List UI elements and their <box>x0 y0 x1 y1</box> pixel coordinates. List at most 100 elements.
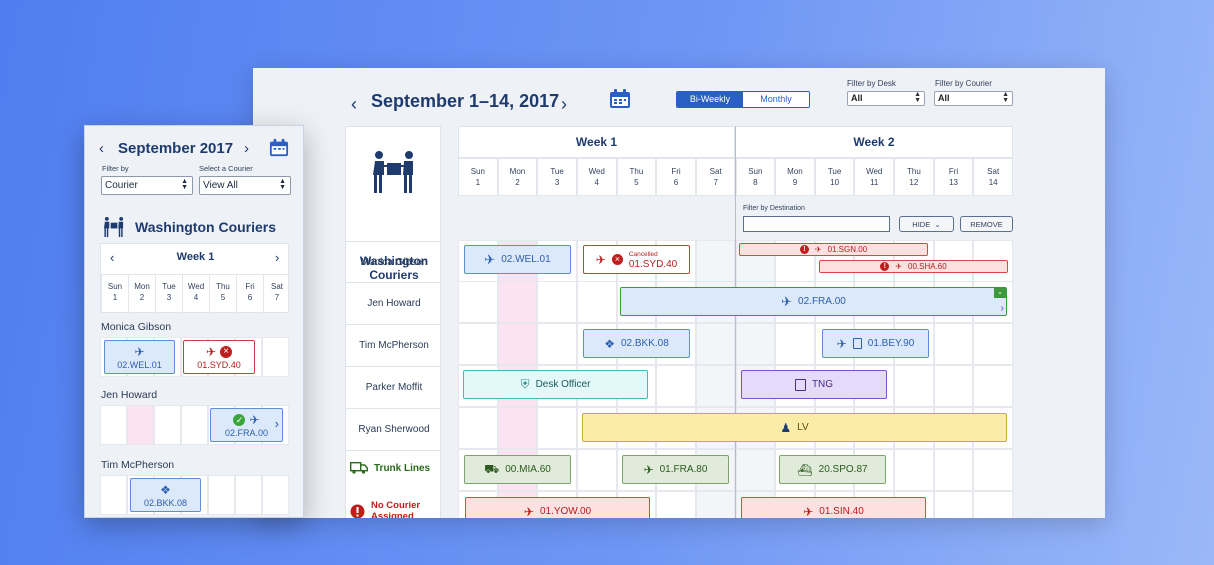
grid-cell[interactable] <box>497 407 538 449</box>
event-tng[interactable]: TNG <box>741 370 887 399</box>
grid-cell[interactable] <box>537 281 577 323</box>
mobile-grid-cell[interactable] <box>208 475 235 515</box>
mobile-event-01-syd-40[interactable]: ✈ × 01.SYD.40 <box>183 340 255 374</box>
mobile-grid-cell[interactable] <box>262 337 289 377</box>
mobile-event-02-bkk-08[interactable]: ❖ 02.BKK.08 <box>130 478 201 512</box>
event-label: 02.FRA.00 <box>798 296 846 307</box>
filter-destination-input[interactable] <box>743 216 890 232</box>
row-label-parker-moffit[interactable]: Parker Moffit <box>346 366 442 407</box>
grid-cell[interactable] <box>735 323 776 365</box>
day-name: Sat <box>709 167 722 176</box>
chevron-right-icon[interactable]: › <box>1001 303 1004 314</box>
grid-cell[interactable] <box>894 365 934 407</box>
mobile-team-name: Washington Couriers <box>135 219 277 235</box>
event-00-mia-60[interactable]: ⛟ 00.MIA.60 <box>464 455 571 484</box>
event-01-sgn-00[interactable]: ! ✈ 01.SGN.00 <box>739 243 928 256</box>
event-02-bkk-08[interactable]: ❖ 02.BKK.08 <box>583 329 690 358</box>
mobile-prev-month-button[interactable]: ‹ <box>99 140 104 157</box>
no-courier-label: No Courier Assigned <box>350 500 431 518</box>
row-label-tim-mcpherson[interactable]: Tim McPherson <box>346 324 442 365</box>
row-label-jen-howard[interactable]: Jen Howard <box>346 282 442 323</box>
event-02-wel-01[interactable]: ✈ 02.WEL.01 <box>464 245 571 274</box>
mobile-select-courier-select[interactable]: View All ▲ ▼ <box>199 176 291 195</box>
calendar-icon[interactable] <box>609 88 631 109</box>
couriers-logo-icon <box>373 151 413 193</box>
day-header: Sun 1 <box>458 158 498 196</box>
day-number: 9 <box>792 178 798 187</box>
event-01-fra-80[interactable]: ✈ 01.FRA.80 <box>622 455 729 484</box>
event-02-fra-00[interactable]: ✈ 02.FRA.00 ⌄ › <box>620 287 1007 316</box>
day-header: Wed 11 <box>854 158 895 196</box>
grid-cell[interactable] <box>973 323 1013 365</box>
hide-button[interactable]: HIDE ⌄ <box>899 216 954 232</box>
mobile-filter-by-value: Courier <box>105 180 138 191</box>
filter-courier-select[interactable]: All ▲ ▼ <box>934 91 1013 106</box>
event-lv[interactable]: ♟ LV <box>582 413 1007 442</box>
location-pin-icon: ❖ <box>604 336 615 351</box>
grid-cell[interactable] <box>933 365 974 407</box>
filter-desk-select[interactable]: All ▲ ▼ <box>847 91 925 106</box>
mobile-filter-by-select[interactable]: Courier ▲ ▼ <box>101 176 193 195</box>
mobile-filter-by-label: Filter by <box>102 164 129 173</box>
row-label-ryan-sherwood[interactable]: Ryan Sherwood <box>346 408 442 449</box>
biweekly-tab[interactable]: Bi-Weekly <box>677 92 743 107</box>
calendar-icon[interactable] <box>269 138 289 157</box>
mobile-grid-cell[interactable] <box>127 405 154 445</box>
mobile-grid-cell[interactable] <box>100 475 127 515</box>
mobile-grid-cell[interactable] <box>181 405 208 445</box>
grid-cell[interactable] <box>537 323 577 365</box>
grid-cell[interactable] <box>894 449 934 491</box>
grid-cell[interactable] <box>973 449 1013 491</box>
grid-cell[interactable] <box>775 323 815 365</box>
grid-cell[interactable] <box>735 449 776 491</box>
grid-cell[interactable] <box>656 365 696 407</box>
mobile-grid-cell[interactable] <box>154 405 181 445</box>
mobile-event-02-fra-00[interactable]: ✓ ✈ 02.FRA.00 › <box>210 408 283 442</box>
event-desk-officer[interactable]: ⛨ Desk Officer <box>463 370 648 399</box>
grid-cell[interactable] <box>458 323 498 365</box>
prev-period-button[interactable]: ‹ <box>351 94 357 115</box>
chevron-right-icon[interactable]: › <box>275 417 279 430</box>
grid-cell[interactable] <box>576 449 617 491</box>
grid-cell[interactable] <box>458 407 498 449</box>
grid-cell[interactable] <box>973 491 1013 518</box>
event-01-bey-90[interactable]: ✈ 01.BEY.90 <box>822 329 929 358</box>
event-01-yow-00[interactable]: ✈ 01.YOW.00 <box>465 497 650 518</box>
grid-cell[interactable] <box>933 491 974 518</box>
day-header: Fri 6 <box>656 158 696 196</box>
grid-cell[interactable] <box>695 240 736 282</box>
grid-cell[interactable] <box>973 365 1013 407</box>
mobile-person-jen-howard[interactable]: Jen Howard <box>101 389 157 401</box>
grid-cell[interactable] <box>695 365 736 407</box>
grid-cell[interactable] <box>537 407 577 449</box>
mobile-person-monica-gibson[interactable]: Monica Gibson <box>101 321 171 333</box>
grid-cell[interactable] <box>695 491 736 518</box>
grid-cell[interactable] <box>695 323 736 365</box>
row-label-monica-gibson[interactable]: Monica Gibson <box>346 241 442 282</box>
grid-cell[interactable] <box>497 323 538 365</box>
grid-cell[interactable] <box>933 323 974 365</box>
mobile-grid-cell[interactable] <box>262 475 289 515</box>
monthly-tab[interactable]: Monthly <box>743 92 809 107</box>
trunk-lines-label: Trunk Lines <box>350 462 430 474</box>
grid-cell[interactable] <box>656 491 696 518</box>
mobile-event-02-wel-01[interactable]: ✈ 02.WEL.01 <box>104 340 175 374</box>
plane-icon: ✈ <box>643 462 654 477</box>
remove-button[interactable]: REMOVE <box>960 216 1013 232</box>
day-number: 10 <box>830 178 840 187</box>
ship-icon: ⛴ <box>797 462 813 477</box>
mobile-next-month-button[interactable]: › <box>244 140 249 157</box>
mobile-grid-cell[interactable] <box>100 405 127 445</box>
mobile-grid-cell[interactable] <box>235 475 262 515</box>
event-00-sha-60[interactable]: ! ✈ 00.SHA.60 <box>819 260 1008 273</box>
mobile-next-week-button[interactable]: › <box>275 250 279 265</box>
mobile-person-tim-mcpherson[interactable]: Tim McPherson <box>101 459 174 471</box>
grid-cell[interactable] <box>933 449 974 491</box>
grid-cell[interactable] <box>576 281 617 323</box>
grid-cell[interactable] <box>497 281 538 323</box>
event-01-syd-40[interactable]: ✈ × Cancelled 01.SYD.40 <box>583 245 690 274</box>
grid-cell[interactable] <box>458 281 498 323</box>
next-period-button[interactable]: › <box>561 94 567 115</box>
event-01-sin-40[interactable]: ✈ 01.SIN.40 <box>741 497 926 518</box>
event-20-spo-87[interactable]: ⛴ 20.SPO.87 <box>779 455 886 484</box>
